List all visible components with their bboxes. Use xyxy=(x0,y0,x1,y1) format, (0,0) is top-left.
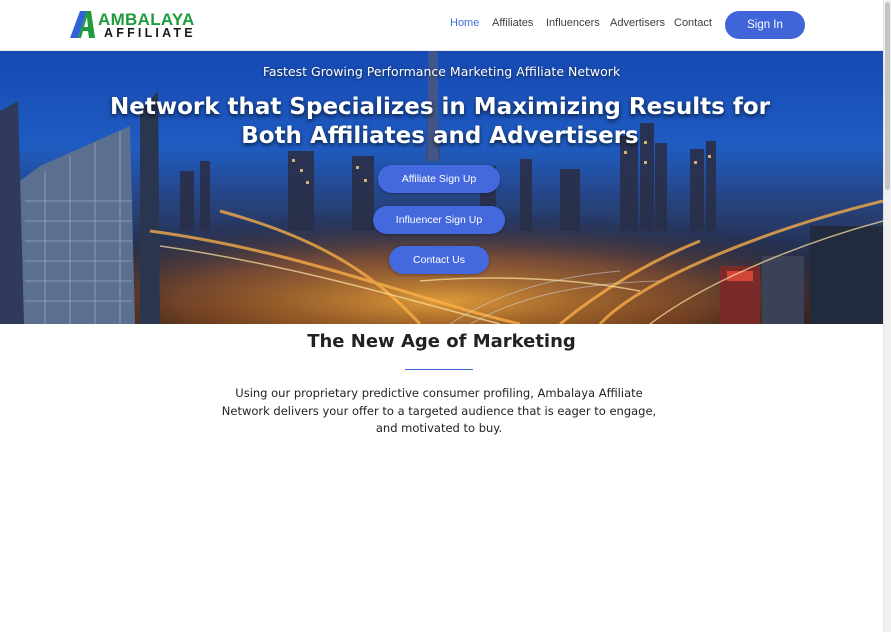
section-body: Using our proprietary predictive consume… xyxy=(221,386,657,435)
contact-us-button[interactable]: Contact Us xyxy=(389,246,489,274)
site-header: AMBALAYA AFFILIATE Home Affiliates Influ… xyxy=(0,0,883,51)
affiliate-signup-button[interactable]: Affiliate Sign Up xyxy=(378,165,500,193)
nav-item-affiliates[interactable]: Affiliates xyxy=(492,17,533,29)
page: AMBALAYA AFFILIATE Home Affiliates Influ… xyxy=(0,0,891,632)
sign-in-button[interactable]: Sign In xyxy=(725,11,805,39)
nav-item-home[interactable]: Home xyxy=(450,17,479,29)
nav-item-contact[interactable]: Contact xyxy=(674,17,712,29)
brand-logo[interactable]: AMBALAYA AFFILIATE xyxy=(68,9,194,41)
hero-banner: Fastest Growing Performance Marketing Af… xyxy=(0,51,883,324)
title-divider xyxy=(405,369,473,370)
hero-subtitle: Fastest Growing Performance Marketing Af… xyxy=(262,64,621,79)
section-title: The New Age of Marketing xyxy=(307,331,576,352)
scrollbar-thumb[interactable] xyxy=(885,2,890,190)
hero-title: Network that Specializes in Maximizing R… xyxy=(109,94,770,149)
influencer-signup-button[interactable]: Influencer Sign Up xyxy=(373,206,505,234)
nav-item-influencers[interactable]: Influencers xyxy=(546,17,600,29)
nav-item-advertisers[interactable]: Advertisers xyxy=(610,17,665,29)
page-scrollbar[interactable] xyxy=(883,0,891,632)
logo-wordmark-bottom: AFFILIATE xyxy=(104,26,196,40)
